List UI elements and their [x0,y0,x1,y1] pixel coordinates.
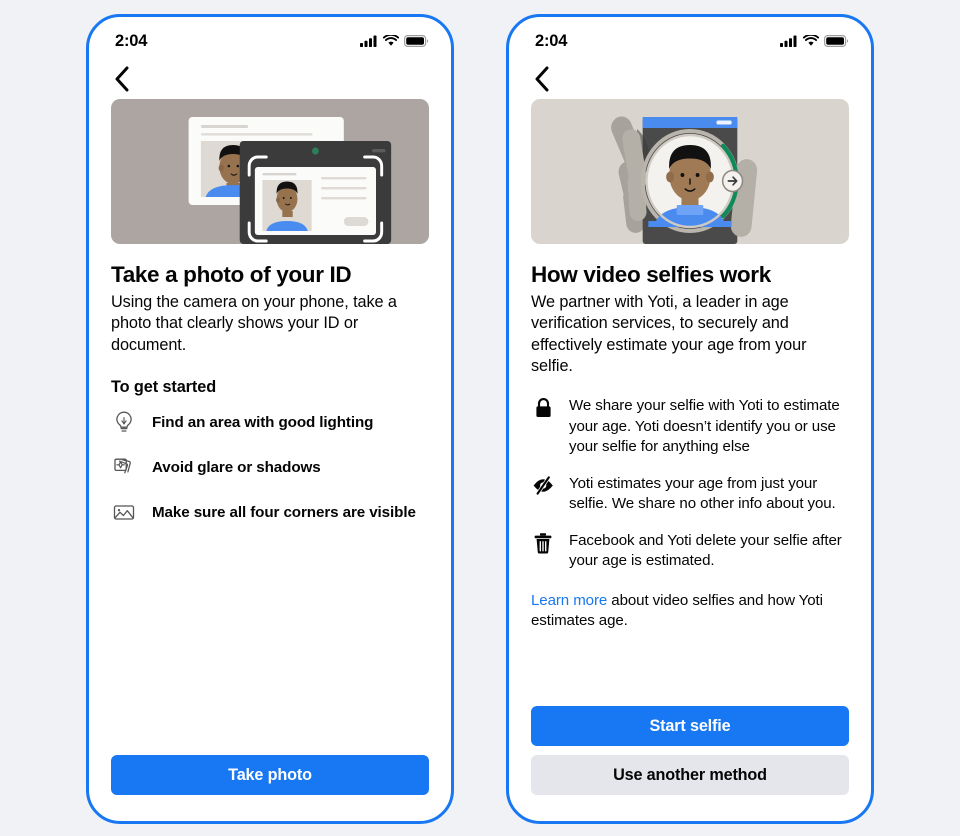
page-description: We partner with Yoti, a leader in age ve… [531,293,807,376]
eye-off-icon [531,474,555,500]
privacy-info-list: We share your selfie with Yoti to estima… [531,396,849,570]
screen-content: How video selfies work We partner with Y… [509,99,871,821]
list-item: Find an area with good lighting [111,409,429,435]
phone-mockup-take-id-photo: 2:04 Take a photo of your ID Using the c… [86,14,454,824]
list-item: Yoti estimates your age from just your s… [531,474,849,514]
lightbulb-icon [111,409,137,435]
page-title: Take a photo of your ID [111,262,352,287]
list-item: Facebook and Yoti delete your selfie aft… [531,531,849,571]
take-photo-button[interactable]: Take photo [111,755,429,795]
learn-more-link[interactable]: Learn more [531,592,607,609]
hero-illustration-id-capture [111,99,429,244]
phone-mockup-video-selfie-info: 2:04 How video selfies work We partner w… [506,14,874,824]
nav-bar [89,59,451,99]
nav-bar [509,59,871,99]
tips-list: Find an area with good lighting Avoid gl… [111,409,429,525]
section-subheading: To get started [111,378,217,397]
list-item: Make sure all four corners are visible [111,499,429,525]
screenshot-stage: 2:04 Take a photo of your ID Using the c… [0,0,960,836]
list-item: Avoid glare or shadows [111,454,429,480]
status-bar-time: 2:04 [535,31,568,50]
cellular-signal-icon [360,35,377,47]
list-item-text: Yoti estimates your age from just your s… [569,474,836,512]
list-item: We share your selfie with Yoti to estima… [531,396,849,456]
list-item-label: Avoid glare or shadows [152,458,321,476]
list-item-label: Find an area with good lighting [152,413,374,431]
page-title: How video selfies work [531,262,771,287]
flex-spacer [531,631,849,706]
hero-illustration-video-selfie [531,99,849,244]
status-bar-icons [780,35,849,47]
flex-spacer [111,525,429,755]
screen-content: Take a photo of your ID Using the camera… [89,99,451,821]
trash-icon [531,531,555,557]
battery-icon [404,35,429,47]
status-bar-time: 2:04 [115,31,148,50]
list-item-text: We share your selfie with Yoti to estima… [569,397,840,455]
use-another-method-button[interactable]: Use another method [531,755,849,795]
footer-actions: Take photo [111,755,429,821]
chevron-left-icon [115,66,129,92]
list-item-label: Make sure all four corners are visible [152,503,416,521]
status-bar: 2:04 [89,17,451,59]
chevron-left-icon [535,66,549,92]
start-selfie-button[interactable]: Start selfie [531,706,849,746]
battery-icon [824,35,849,47]
lock-icon [531,396,555,422]
back-button[interactable] [527,64,557,94]
cellular-signal-icon [780,35,797,47]
back-button[interactable] [107,64,137,94]
glare-cards-icon [111,454,137,480]
wifi-icon [383,35,399,46]
list-item-text: Facebook and Yoti delete your selfie aft… [569,531,842,569]
page-description: Using the camera on your phone, take a p… [111,293,397,354]
learn-more-paragraph: Learn more about video selfies and how Y… [531,591,849,631]
status-bar: 2:04 [509,17,871,59]
photo-frame-icon [111,499,137,525]
footer-actions: Start selfie Use another method [531,706,849,821]
wifi-icon [803,35,819,46]
status-bar-icons [360,35,429,47]
